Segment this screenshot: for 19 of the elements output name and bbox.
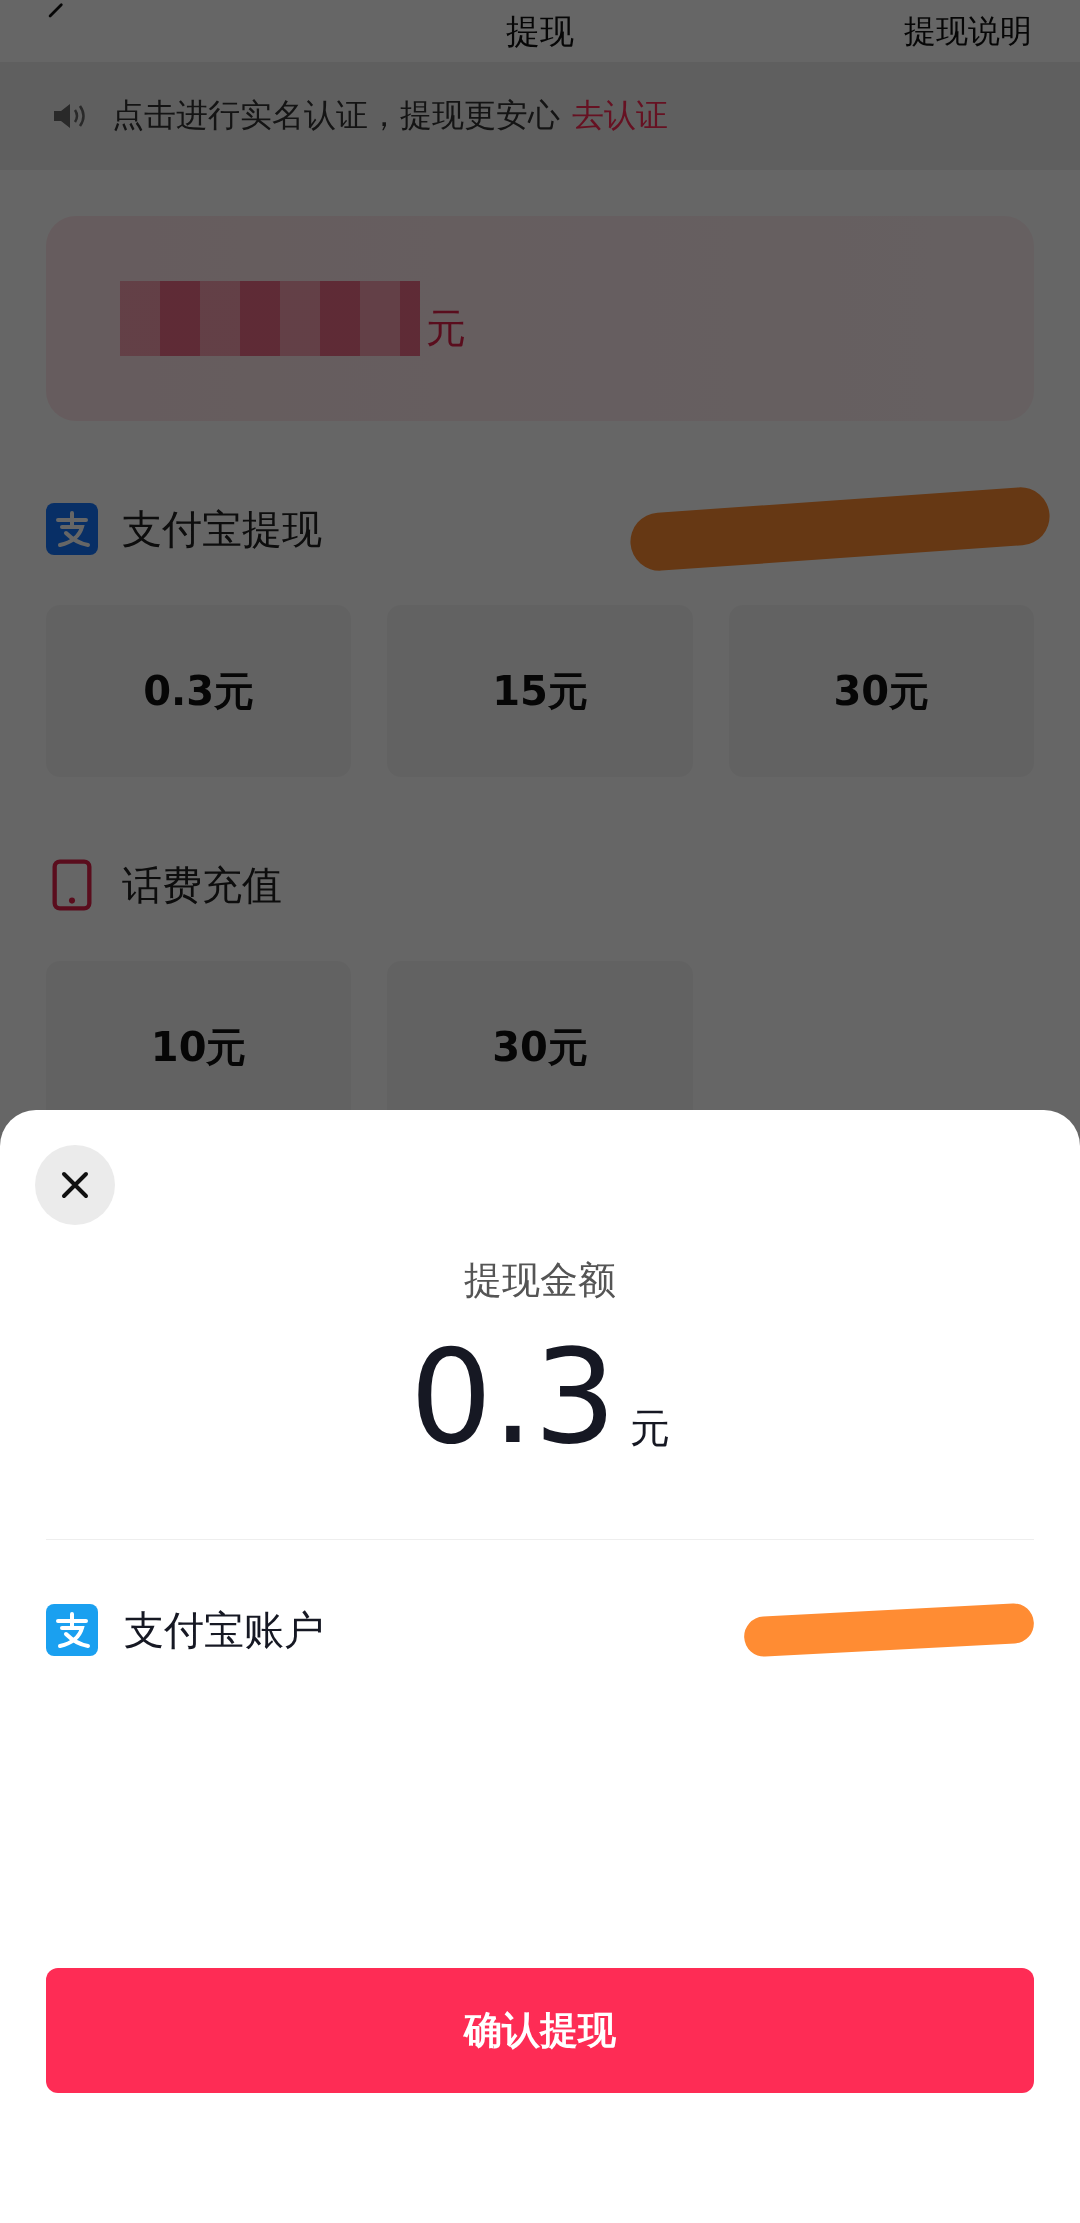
amount-unit: 元 [630, 1404, 671, 1453]
payment-app-icon [46, 503, 98, 555]
page-title: 提现 [506, 11, 574, 51]
amount-option[interactable]: 0.3元 [46, 605, 352, 777]
close-icon [60, 1170, 90, 1200]
confirm-button[interactable]: 确认提现 [46, 1968, 1034, 2093]
account-label: 支付宝账户 [124, 1605, 324, 1655]
section-title: 支付宝提现 [122, 504, 322, 554]
payment-app-icon [46, 1604, 98, 1656]
notice-text: 点击进行实名认证，提现更安心 [112, 95, 560, 136]
verify-link[interactable]: 去认证 [572, 94, 668, 138]
amount-option[interactable]: 30元 [728, 605, 1034, 777]
amount-label: 提现金额 [463, 1257, 617, 1304]
section-title: 话费充值 [122, 860, 282, 910]
help-link[interactable]: 提现说明 [904, 11, 1032, 51]
balance-unit: 元 [426, 304, 466, 353]
amount-option[interactable]: 15元 [387, 605, 693, 777]
speaker-icon [52, 102, 88, 130]
amount-value: 0.3 [409, 1326, 617, 1469]
